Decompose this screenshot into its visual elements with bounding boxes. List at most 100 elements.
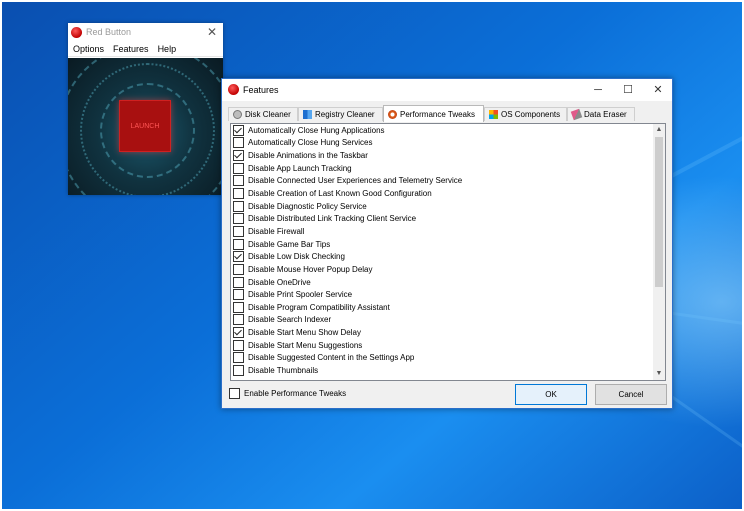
checkbox[interactable] — [233, 137, 244, 149]
registry-icon — [303, 110, 312, 119]
close-icon[interactable]: ✕ — [650, 82, 666, 98]
tab-os-components[interactable]: OS Components — [484, 107, 567, 121]
menu-features[interactable]: Features — [113, 44, 149, 54]
features-tabs: Disk Cleaner Registry Cleaner Performanc… — [226, 105, 668, 122]
list-item[interactable]: Disable Search Indexer — [231, 314, 653, 327]
tab-label: Disk Cleaner — [245, 110, 291, 119]
item-label: Disable Start Menu Show Delay — [248, 328, 361, 338]
gauge-icon — [388, 109, 397, 119]
checkbox[interactable] — [233, 251, 244, 263]
list-item[interactable]: Disable App Launch Tracking — [231, 162, 653, 175]
windows-icon — [489, 110, 498, 119]
list-item[interactable]: Disable Diagnostic Policy Service — [231, 200, 653, 213]
item-label: Disable Firewall — [248, 226, 305, 236]
maximize-icon[interactable]: ☐ — [620, 82, 636, 98]
vertical-scrollbar[interactable]: ▲ ▼ — [653, 124, 665, 380]
features-title: Features — [243, 85, 279, 95]
red-button-titlebar[interactable]: Red Button ✕ — [68, 23, 223, 42]
item-label: Disable Connected User Experiences and T… — [248, 176, 463, 186]
checkbox[interactable] — [233, 213, 244, 225]
item-label: Disable Print Spooler Service — [248, 290, 353, 300]
checkbox[interactable] — [233, 150, 244, 162]
menu-help[interactable]: Help — [158, 44, 177, 54]
item-label: Disable Creation of Last Known Good Conf… — [248, 189, 432, 199]
checkbox[interactable] — [233, 263, 244, 275]
scroll-up-icon[interactable]: ▲ — [653, 124, 665, 136]
menu-options[interactable]: Options — [73, 44, 104, 54]
tab-registry-cleaner[interactable]: Registry Cleaner — [298, 107, 383, 121]
red-button-app-icon — [71, 27, 82, 38]
list-item[interactable]: Disable Firewall — [231, 225, 653, 238]
checkbox[interactable] — [233, 327, 244, 339]
checkbox[interactable] — [233, 276, 244, 288]
list-item[interactable]: Disable Start Menu Show Delay — [231, 326, 653, 339]
list-item[interactable]: Disable Thumbnails — [231, 364, 653, 377]
tweaks-list: Automatically Close Hung Applications Au… — [230, 123, 666, 381]
checkbox[interactable] — [233, 124, 244, 136]
disk-icon — [233, 110, 242, 119]
list-item[interactable]: Disable Program Compatibility Assistant — [231, 301, 653, 314]
features-titlebar[interactable]: Features ─ ☐ ✕ — [222, 79, 672, 101]
red-button-menubar: Options Features Help — [68, 42, 223, 57]
checkbox[interactable] — [233, 225, 244, 237]
item-label: Disable App Launch Tracking — [248, 163, 352, 173]
item-label: Disable Game Bar Tips — [248, 239, 331, 249]
list-item[interactable]: Disable Suggested Content in the Setting… — [231, 352, 653, 365]
tab-label: Performance Tweaks — [400, 109, 475, 119]
checkbox[interactable] — [233, 188, 244, 200]
tab-label: Data Eraser — [584, 110, 627, 119]
ok-button[interactable]: OK — [515, 384, 587, 405]
item-label: Disable Thumbnails — [248, 365, 319, 375]
launch-button[interactable]: LAUNCH — [119, 100, 171, 152]
list-item[interactable]: Disable Low Disk Checking — [231, 250, 653, 263]
list-item[interactable]: Disable Mouse Hover Popup Delay — [231, 263, 653, 276]
item-label: Disable Animations in the Taskbar — [248, 151, 368, 161]
features-app-icon — [228, 84, 239, 95]
list-item[interactable]: Disable Connected User Experiences and T… — [231, 175, 653, 188]
list-item[interactable]: Automatically Close Hung Services — [231, 137, 653, 150]
red-button-title: Red Button — [86, 27, 132, 37]
item-label: Disable Search Indexer — [248, 315, 332, 325]
checkbox[interactable] — [233, 301, 244, 313]
checkbox[interactable] — [233, 289, 244, 301]
item-label: Disable Program Compatibility Assistant — [248, 302, 390, 312]
checkbox[interactable] — [233, 339, 244, 351]
tweaks-list-items: Automatically Close Hung Applications Au… — [231, 124, 653, 380]
list-item[interactable]: Disable Start Menu Suggestions — [231, 339, 653, 352]
item-label: Automatically Close Hung Applications — [248, 125, 385, 135]
list-item[interactable]: Disable Game Bar Tips — [231, 238, 653, 251]
tab-label: Registry Cleaner — [315, 110, 375, 119]
scroll-down-icon[interactable]: ▼ — [653, 368, 665, 380]
checkbox[interactable] — [233, 314, 244, 326]
enable-checkbox[interactable] — [229, 388, 240, 399]
item-label: Disable Start Menu Suggestions — [248, 340, 363, 350]
list-item[interactable]: Disable Animations in the Taskbar — [231, 149, 653, 162]
tab-data-eraser[interactable]: Data Eraser — [567, 107, 635, 121]
cancel-button[interactable]: Cancel — [595, 384, 667, 405]
checkbox[interactable] — [233, 352, 244, 364]
checkbox[interactable] — [233, 162, 244, 174]
list-item[interactable]: Disable OneDrive — [231, 276, 653, 289]
features-window: Features ─ ☐ ✕ Disk Cleaner Registry Cle… — [221, 78, 673, 409]
scrollbar-thumb[interactable] — [655, 137, 663, 287]
tab-performance-tweaks[interactable]: Performance Tweaks — [383, 105, 484, 122]
list-item[interactable]: Automatically Close Hung Applications — [231, 124, 653, 137]
list-item[interactable]: Disable Creation of Last Known Good Conf… — [231, 187, 653, 200]
checkbox[interactable] — [233, 238, 244, 250]
list-item[interactable]: Disable Print Spooler Service — [231, 288, 653, 301]
item-label: Disable Diagnostic Policy Service — [248, 201, 367, 211]
list-item[interactable]: Disable Distributed Link Tracking Client… — [231, 212, 653, 225]
item-label: Automatically Close Hung Services — [248, 138, 373, 148]
tab-disk-cleaner[interactable]: Disk Cleaner — [228, 107, 298, 121]
close-icon[interactable]: ✕ — [207, 25, 217, 39]
launch-background: LAUNCH — [68, 58, 223, 195]
eraser-icon — [570, 108, 583, 121]
enable-label: Enable Performance Tweaks — [244, 389, 347, 398]
minimize-icon[interactable]: ─ — [590, 82, 606, 98]
red-button-window: Red Button ✕ Options Features Help LAUNC… — [68, 23, 223, 195]
checkbox[interactable] — [233, 364, 244, 376]
checkbox[interactable] — [233, 200, 244, 212]
checkbox[interactable] — [233, 175, 244, 187]
enable-performance-tweaks[interactable]: Enable Performance Tweaks — [229, 388, 346, 399]
item-label: Disable Suggested Content in the Setting… — [248, 353, 415, 363]
